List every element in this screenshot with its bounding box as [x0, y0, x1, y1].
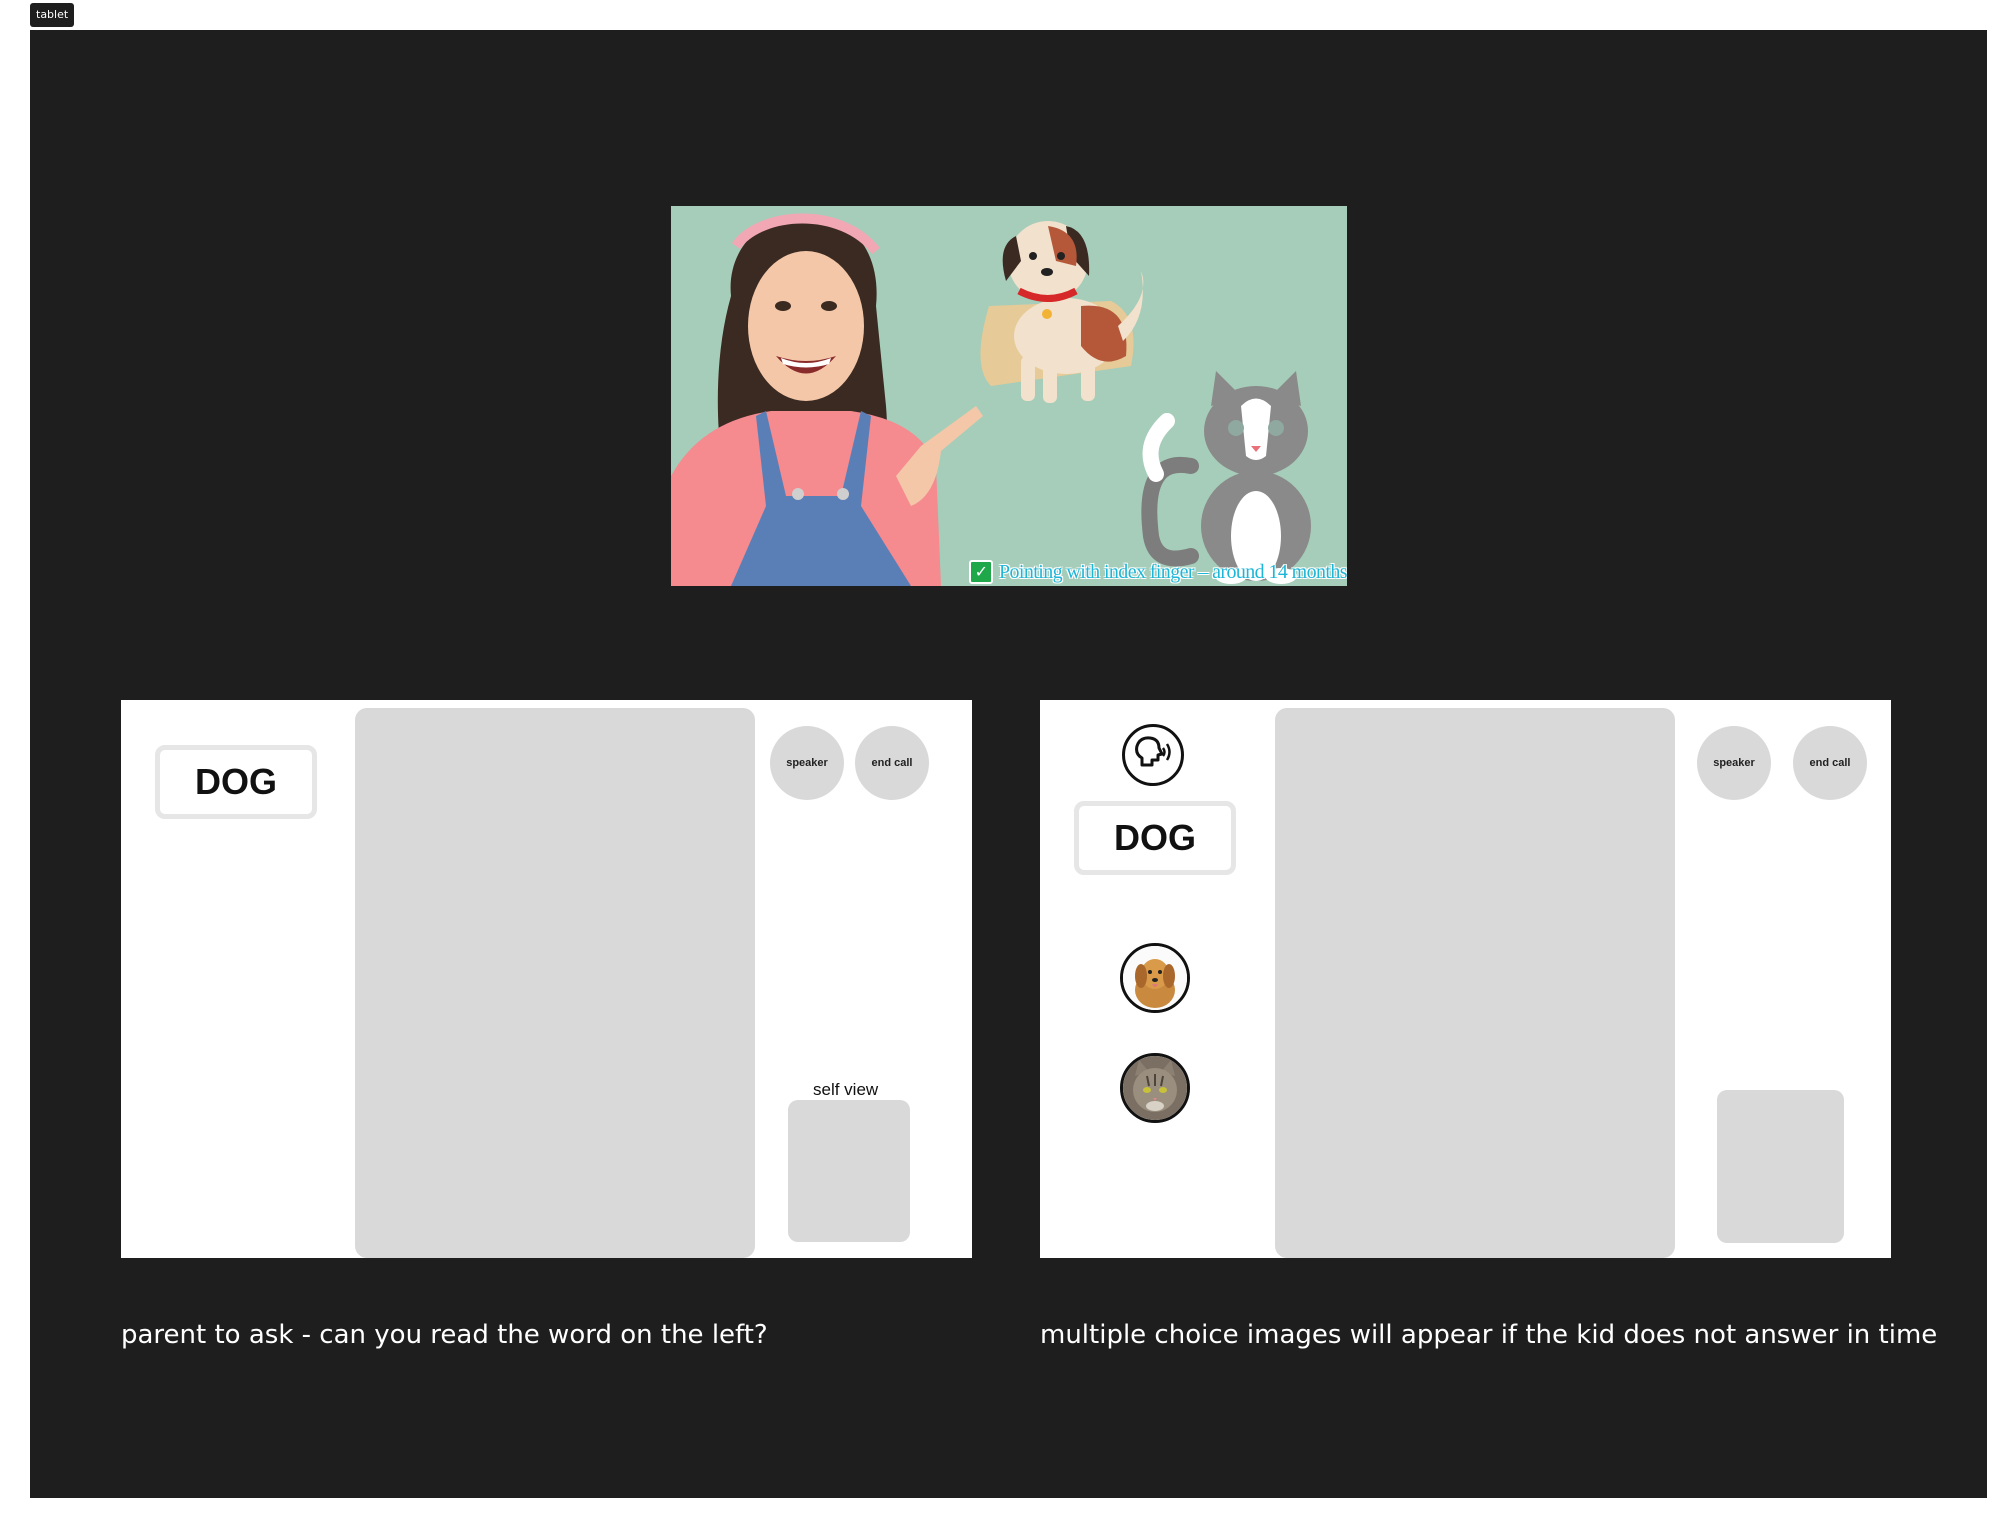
- end-call-button[interactable]: end call: [1793, 726, 1867, 800]
- hero-caption-text: Pointing with index finger – around 14 m…: [999, 560, 1347, 583]
- hero-image: ✓ Pointing with index finger – around 14…: [671, 206, 1347, 586]
- call-screen-word-only: DOG speaker end call self view: [121, 700, 972, 1258]
- check-mark-icon: ✓: [969, 560, 993, 584]
- frame-tag[interactable]: tablet: [30, 3, 75, 27]
- hero-caption: ✓ Pointing with index finger – around 14…: [969, 560, 1347, 584]
- speaker-button[interactable]: speaker: [1697, 726, 1771, 800]
- end-call-button[interactable]: end call: [855, 726, 929, 800]
- main-video-area: [1275, 708, 1675, 1258]
- speaker-button[interactable]: speaker: [770, 726, 844, 800]
- dog-choice-image[interactable]: [1120, 943, 1190, 1013]
- self-view: [1717, 1090, 1844, 1243]
- call-screen-multiple-choice: DOG speaker end call: [1040, 700, 1891, 1258]
- speak-aloud-icon[interactable]: [1122, 724, 1184, 786]
- self-view-label: self view: [813, 1080, 879, 1099]
- caption-right: multiple choice images will appear if th…: [1040, 1320, 1938, 1350]
- main-video-area: [355, 708, 755, 1258]
- caption-left: parent to ask - can you read the word on…: [121, 1320, 768, 1350]
- hero-illustration: [671, 213, 1311, 586]
- self-view: [788, 1100, 910, 1242]
- cat-choice-image[interactable]: [1120, 1053, 1190, 1123]
- word-card: DOG: [155, 745, 317, 819]
- tablet-frame: ✓ Pointing with index finger – around 14…: [30, 30, 1987, 1498]
- word-card: DOG: [1074, 801, 1236, 875]
